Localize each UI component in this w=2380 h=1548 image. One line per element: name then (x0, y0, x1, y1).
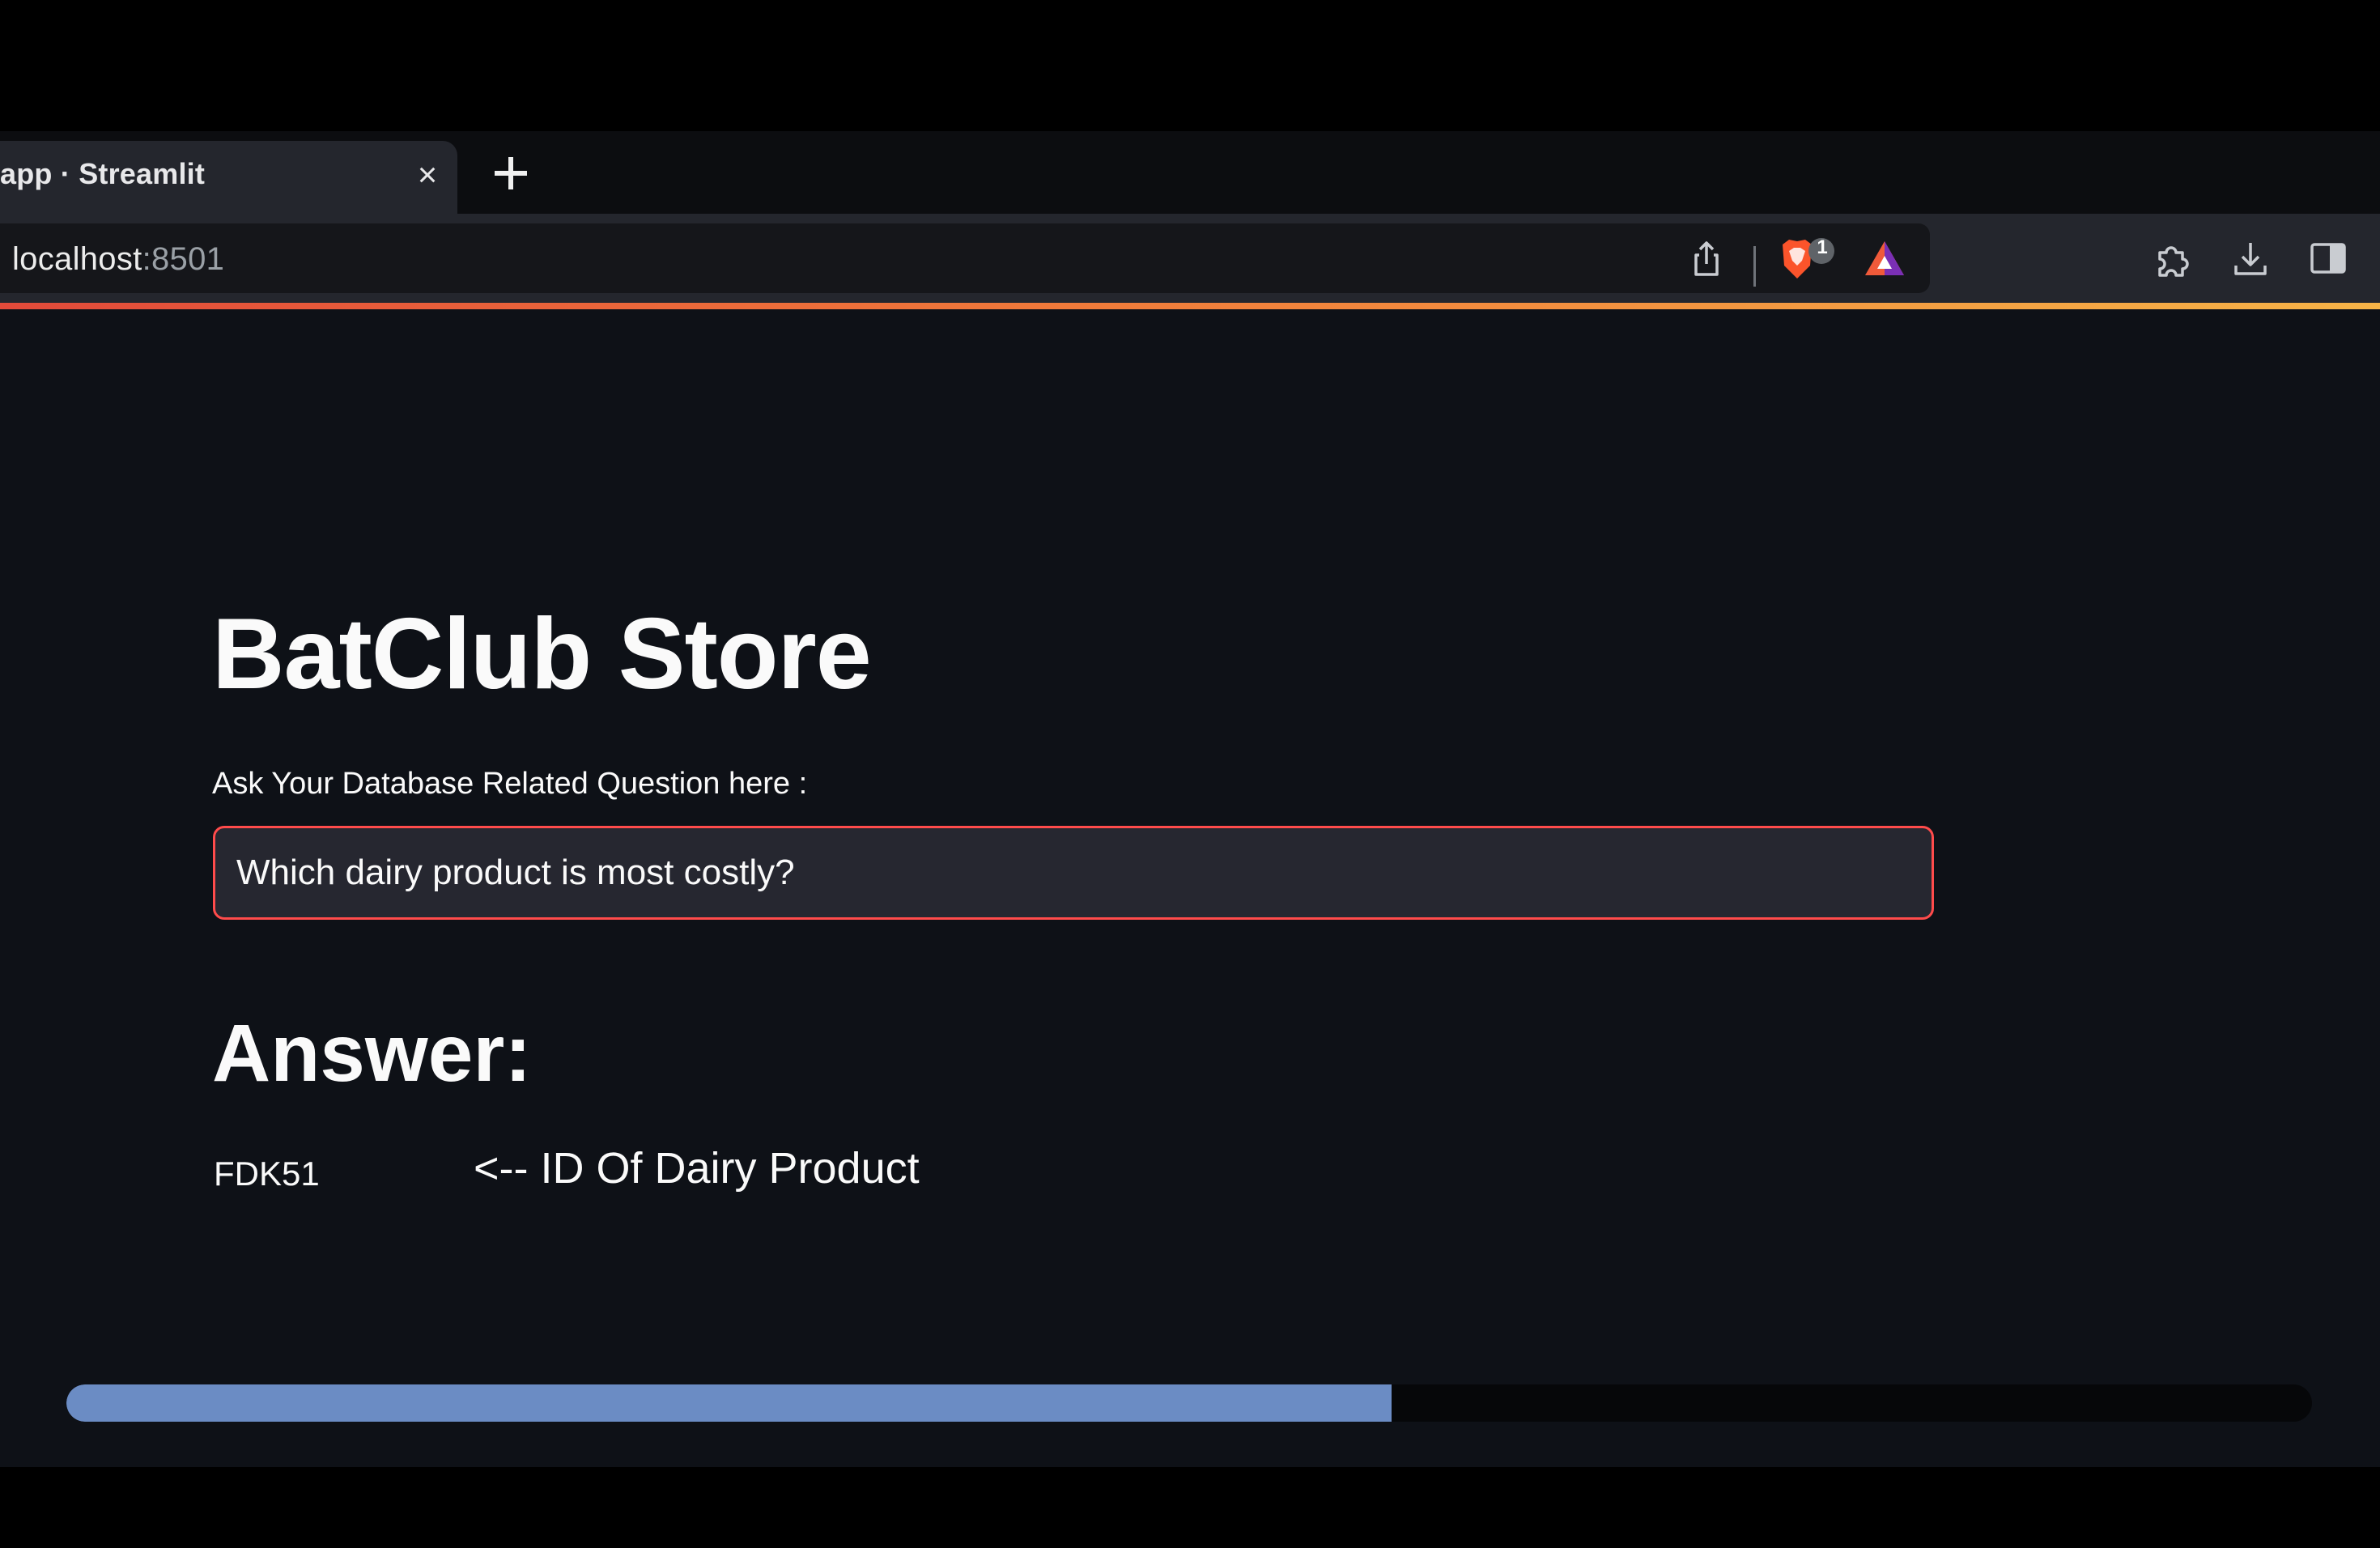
brave-rewards-icon[interactable] (1862, 236, 1907, 282)
sidebar-icon[interactable] (2306, 236, 2351, 282)
tab-title: app · Streamlit (0, 157, 206, 190)
question-input[interactable] (213, 826, 1934, 920)
screen: app · Streamlit × localhost:8501 1 BatCl… (0, 0, 2380, 1548)
toolbar-separator (1753, 246, 1756, 287)
shields-badge: 1 (1817, 236, 1828, 258)
browser-tab[interactable]: app · Streamlit × (0, 141, 457, 215)
share-icon[interactable] (1684, 236, 1729, 282)
page-title: BatClub Store (212, 598, 872, 710)
url-port: :8501 (142, 241, 225, 277)
progress-bar-fill (66, 1384, 1392, 1422)
tab-close-icon[interactable]: × (411, 158, 444, 192)
progress-bar (66, 1384, 2312, 1422)
answer-heading: Answer: (212, 1008, 532, 1099)
answer-value: FDK51 (214, 1155, 320, 1193)
plus-icon[interactable] (490, 152, 532, 194)
page-load-indicator (0, 303, 2380, 309)
url-host: localhost (12, 241, 142, 277)
brave-shields-icon[interactable]: 1 (1778, 233, 1841, 285)
browser-toolbar: localhost:8501 1 (0, 214, 2380, 304)
tab-strip: app · Streamlit × (0, 131, 2380, 215)
address-bar[interactable]: localhost:8501 1 (0, 223, 1930, 293)
answer-annotation: <-- ID Of Dairy Product (474, 1144, 920, 1193)
app-page: BatClub Store Ask Your Database Related … (0, 309, 2380, 1467)
extensions-icon[interactable] (2148, 236, 2194, 282)
downloads-icon[interactable] (2228, 236, 2273, 282)
question-input-label: Ask Your Database Related Question here … (212, 767, 808, 801)
url-text: localhost:8501 (12, 241, 224, 278)
